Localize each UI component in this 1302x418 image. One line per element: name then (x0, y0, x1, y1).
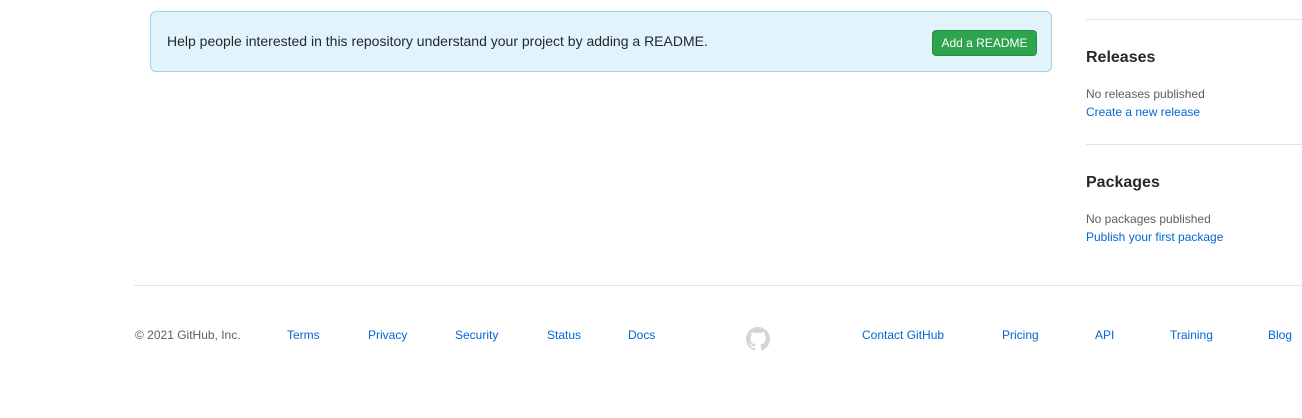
packages-empty-text: No packages published (1086, 212, 1211, 226)
releases-heading: Releases (1086, 49, 1156, 66)
footer-link-terms[interactable]: Terms (287, 328, 320, 342)
publish-package-link[interactable]: Publish your first package (1086, 230, 1223, 244)
footer-copyright: © 2021 GitHub, Inc. (135, 328, 241, 342)
footer-divider (134, 285, 1302, 286)
releases-empty-text: No releases published (1086, 87, 1205, 101)
footer-link-api[interactable]: API (1095, 328, 1114, 342)
footer-link-docs[interactable]: Docs (628, 328, 655, 342)
footer-link-pricing[interactable]: Pricing (1002, 328, 1039, 342)
footer-link-status[interactable]: Status (547, 328, 581, 342)
footer-link-privacy[interactable]: Privacy (368, 328, 407, 342)
github-mark-icon[interactable] (746, 327, 770, 351)
sidebar-divider-middle (1086, 144, 1302, 145)
sidebar-divider-top (1086, 19, 1302, 20)
readme-banner: Help people interested in this repositor… (150, 11, 1052, 72)
footer-link-security[interactable]: Security (455, 328, 498, 342)
packages-heading: Packages (1086, 174, 1160, 191)
create-release-link[interactable]: Create a new release (1086, 105, 1200, 119)
readme-banner-message: Help people interested in this repositor… (167, 33, 708, 49)
footer-link-blog[interactable]: Blog (1268, 328, 1292, 342)
add-readme-button[interactable]: Add a README (932, 30, 1037, 56)
footer-link-training[interactable]: Training (1170, 328, 1213, 342)
footer-link-contact[interactable]: Contact GitHub (862, 328, 944, 342)
